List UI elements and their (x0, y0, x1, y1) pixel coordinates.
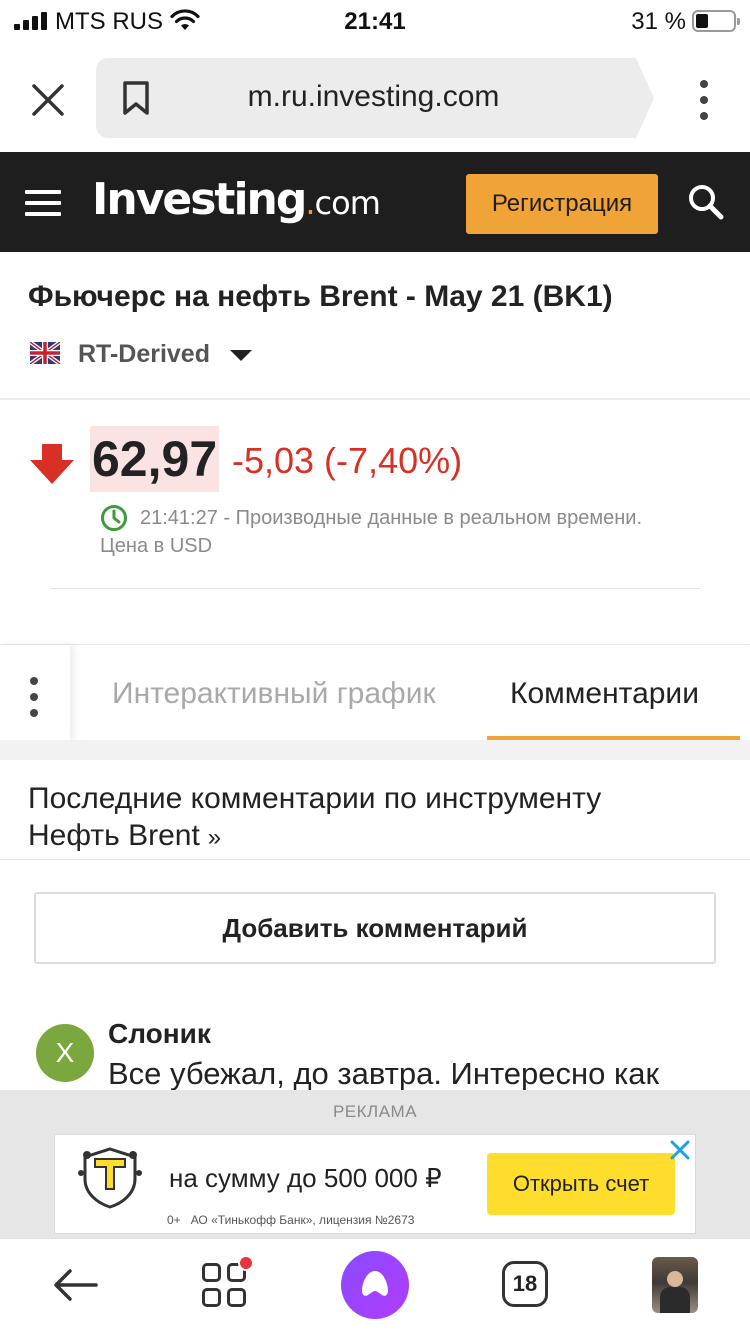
url-text[interactable]: m.ru.investing.com (96, 80, 651, 114)
ad-main-text: на сумму до 500 000 ₽ (169, 1163, 442, 1193)
browser-toolbar: m.ru.investing.com (0, 44, 750, 152)
chevron-down-icon[interactable] (230, 350, 252, 361)
open-account-button[interactable]: Открыть счет (487, 1153, 675, 1215)
comments-heading[interactable]: Последние комментарии по инструменту Неф… (28, 780, 688, 856)
site-header: Investing.com Регистрация (0, 152, 750, 252)
last-price: 62,97 (92, 431, 218, 487)
ad-card[interactable]: на сумму до 500 000 ₽ 0+ АО «Тинькофф Бан… (54, 1134, 696, 1234)
address-bar[interactable]: m.ru.investing.com (96, 58, 654, 138)
price-highlight: 62,97 (90, 426, 220, 492)
tab-comments[interactable]: Комментарии (510, 677, 699, 711)
exchange-label: RT-Derived (78, 340, 210, 368)
investing-logo[interactable]: Investing.com (92, 174, 381, 225)
ad-close-icon[interactable] (669, 1139, 691, 1161)
alice-assistant-icon[interactable] (341, 1251, 409, 1319)
avatar[interactable]: X (36, 1024, 94, 1082)
comments-header[interactable]: Последние комментарии по инструменту Неф… (0, 760, 750, 860)
back-arrow-icon[interactable] (52, 1267, 98, 1303)
notification-dot (238, 1255, 254, 1271)
battery-icon (692, 10, 740, 32)
more-sections-icon[interactable] (0, 645, 70, 741)
section-gap (0, 740, 750, 760)
add-comment-button[interactable]: Добавить комментарий (34, 892, 716, 964)
browser-bottom-bar: 18 (0, 1238, 750, 1334)
clock-icon (101, 505, 127, 531)
alice-glyph-icon (362, 1271, 388, 1296)
chevron-right-icon: » (207, 824, 222, 851)
hamburger-menu-icon[interactable] (25, 190, 61, 216)
comment-author[interactable]: Слоник (108, 1018, 211, 1050)
ad-banner-area: РЕКЛАМА на сумму до 500 000 ₽ 0+ АО «Тинь… (0, 1090, 750, 1240)
battery-percent: 31 % (631, 8, 686, 35)
tabs-icon[interactable]: 18 (502, 1261, 548, 1307)
ad-label: РЕКЛАМА (332, 1102, 418, 1121)
price-change: -5,03 (-7,40%) (232, 440, 463, 481)
instrument-title: Фьючерс на нефть Brent - May 21 (BK1) (28, 280, 613, 313)
uk-flag-icon (30, 342, 60, 364)
currency-note: Цена в USD (100, 535, 213, 557)
browser-menu-icon[interactable] (700, 80, 710, 120)
comment-text: Все убежал, до завтра. Интересно как (108, 1056, 660, 1091)
status-bar: MTS RUS 21:41 31 % (0, 0, 750, 44)
tab-interactive-chart[interactable]: Интерактивный график (112, 677, 436, 711)
search-icon[interactable] (686, 182, 726, 222)
register-button[interactable]: Регистрация (466, 174, 658, 234)
instrument-tabs: Интерактивный график Комментарии (0, 644, 750, 741)
price-down-arrow-icon (30, 444, 74, 484)
tinkoff-logo-icon (78, 1147, 142, 1209)
divider (0, 398, 750, 400)
divider (50, 588, 700, 589)
profile-avatar[interactable] (652, 1257, 698, 1313)
realtime-note: 21:41:27 - Производные данные в реальном… (140, 507, 643, 529)
ad-legal: 0+ АО «Тинькофф Банк», лицензия №2673 (167, 1213, 415, 1227)
close-tab-icon[interactable] (28, 80, 68, 120)
